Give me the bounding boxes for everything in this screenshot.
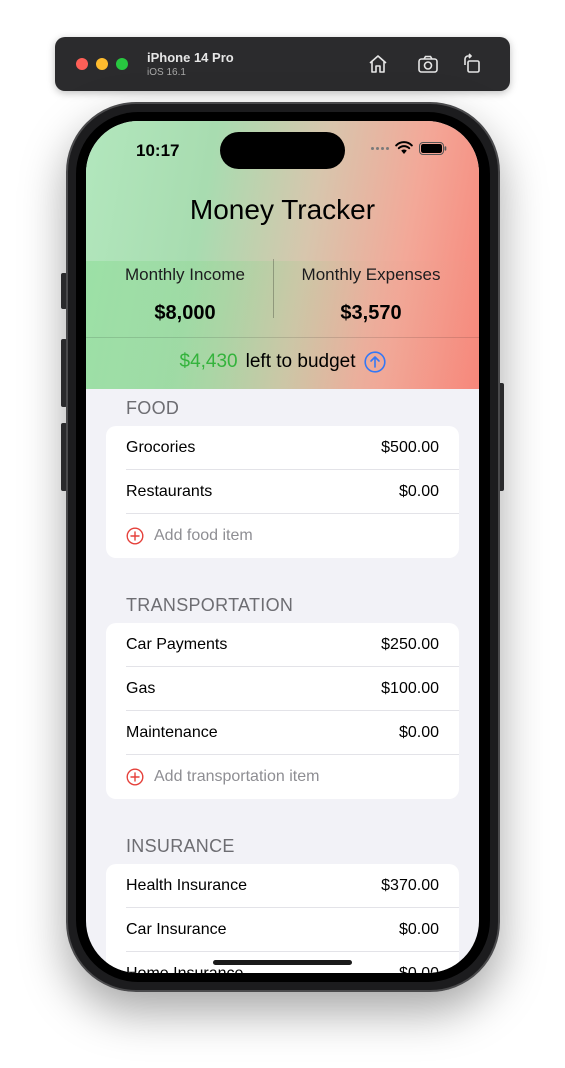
close-window-button[interactable] xyxy=(76,58,88,70)
os-version: iOS 16.1 xyxy=(147,67,186,78)
item-amount: $0.00 xyxy=(399,965,439,973)
income-label: Monthly Income xyxy=(125,265,245,284)
device-name: iPhone 14 Pro xyxy=(147,50,234,65)
screenshot-icon xyxy=(418,55,438,73)
section-header-food: FOOD xyxy=(126,398,180,418)
screenshot-button[interactable] xyxy=(416,52,440,76)
section-card-food: Grocories $500.00 Restaurants $0.00 Add … xyxy=(106,426,459,558)
rotate-icon xyxy=(464,53,480,73)
dynamic-island xyxy=(220,132,345,169)
item-amount: $0.00 xyxy=(398,921,439,938)
status-icons xyxy=(371,141,447,155)
battery-icon xyxy=(419,141,447,155)
add-transportation-item-button[interactable]: Add transportation item xyxy=(106,755,459,799)
add-food-item-button[interactable]: Add food item xyxy=(106,514,459,558)
add-item-label: Add food item xyxy=(154,527,253,544)
section-card-insurance: Health Insurance $370.00 Car Insurance $… xyxy=(106,864,459,973)
rotate-button[interactable] xyxy=(460,52,484,76)
item-name: Car Insurance xyxy=(126,921,227,938)
add-item-label: Add transportation item xyxy=(154,768,320,785)
home-icon xyxy=(369,55,387,73)
item-name: Restaurants xyxy=(126,483,213,500)
item-amount: $250.00 xyxy=(381,636,439,653)
budget-text: left to budget xyxy=(245,351,356,372)
list-item[interactable]: Health Insurance $370.00 xyxy=(106,864,459,908)
simulator-title-bar: iPhone 14 Pro iOS 16.1 xyxy=(55,37,510,91)
plus-circle-icon xyxy=(126,527,144,545)
item-name: Maintenance xyxy=(126,724,218,741)
item-amount: $100.00 xyxy=(381,680,439,697)
income-value: $8,000 xyxy=(154,302,216,324)
section-card-transportation: Car Payments $250.00 Gas $100.00 Mainten… xyxy=(106,623,459,799)
list-item[interactable]: Restaurants $0.00 xyxy=(106,470,459,514)
list-item[interactable]: Car Payments $250.00 xyxy=(106,623,459,667)
item-name: Grocories xyxy=(126,439,196,456)
list-item[interactable]: Gas $100.00 xyxy=(106,667,459,711)
item-name: Home Insurance xyxy=(126,965,243,973)
item-amount: $0.00 xyxy=(398,724,439,741)
zoom-window-button[interactable] xyxy=(116,58,128,70)
budget-amount: $4,430 xyxy=(179,351,238,372)
item-amount: $0.00 xyxy=(398,483,439,500)
header-divider xyxy=(86,337,479,338)
minimize-window-button[interactable] xyxy=(96,58,108,70)
home-indicator[interactable] xyxy=(213,960,352,965)
item-amount: $500.00 xyxy=(381,439,439,456)
budget-summary: $4,430 left to budget xyxy=(86,351,479,373)
item-amount: $370.00 xyxy=(381,877,439,894)
expenses-value: $3,570 xyxy=(340,302,402,324)
plus-circle-icon xyxy=(126,768,144,786)
list-item[interactable]: Car Insurance $0.00 xyxy=(106,908,459,952)
home-button[interactable] xyxy=(366,52,390,76)
item-name: Health Insurance xyxy=(126,877,247,894)
status-time: 10:17 xyxy=(136,141,180,160)
section-header-transportation: TRANSPORTATION xyxy=(126,595,294,615)
expenses-label: Monthly Expenses xyxy=(301,265,441,284)
arrow-up-circle-icon[interactable] xyxy=(363,351,386,373)
section-header-insurance: INSURANCE xyxy=(126,836,235,856)
signal-dots-icon xyxy=(371,146,389,150)
list-item[interactable]: Grocories $500.00 xyxy=(106,426,459,470)
phone-screen: 10:17 Money Tracker Monthly Income $8,00… xyxy=(86,121,479,973)
wifi-icon xyxy=(395,141,413,154)
app-title: Money Tracker xyxy=(189,194,376,225)
list-item[interactable]: Maintenance $0.00 xyxy=(106,711,459,755)
item-name: Car Payments xyxy=(126,636,228,653)
item-name: Gas xyxy=(126,680,156,697)
